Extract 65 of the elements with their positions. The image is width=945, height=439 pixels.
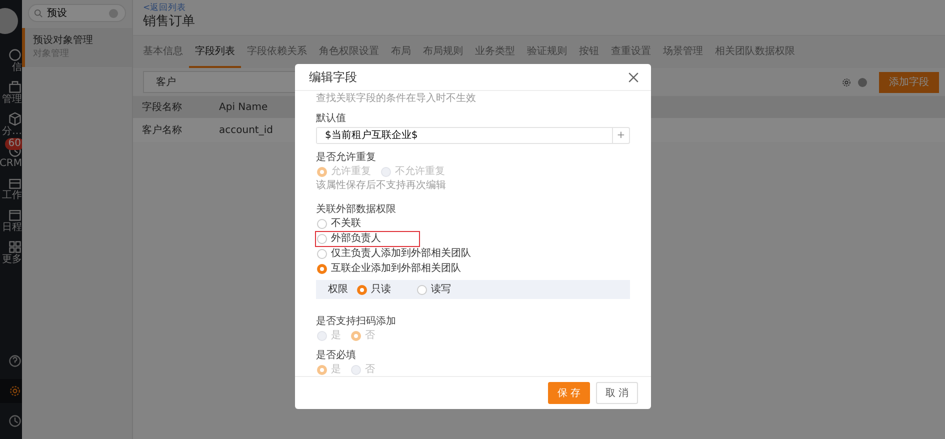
radio-button[interactable] (317, 234, 327, 244)
tab[interactable]: 布局规则 (417, 36, 469, 68)
clear-icon[interactable] (109, 8, 118, 18)
panel-label: 权限 (328, 282, 348, 297)
calendar-icon (8, 208, 22, 222)
clock-icon (8, 414, 22, 428)
grid-icon (8, 240, 22, 254)
add-field-button[interactable]: 添加字段 (879, 72, 939, 92)
nav-label[interactable]: 分… (2, 126, 22, 138)
tab[interactable]: 查重设置 (605, 36, 657, 68)
radio-label[interactable]: 不关联 (331, 217, 361, 231)
radio-button[interactable] (317, 264, 327, 274)
radio-label[interactable]: 读写 (431, 282, 451, 296)
field-label: 关联外部数据权限 (316, 203, 397, 217)
tab[interactable]: 相关团队数据权限 (709, 36, 801, 68)
tab[interactable]: 业务类型 (469, 36, 521, 68)
tab[interactable]: 布局 (385, 36, 417, 68)
save-button[interactable]: 保 存 (548, 382, 590, 404)
nav-label[interactable]: CRM (0, 158, 22, 170)
radio-label[interactable]: 仅主负责人添加到外部相关团队 (331, 247, 471, 261)
radio-button[interactable] (317, 249, 327, 259)
radio-button[interactable] (417, 284, 427, 294)
default-value-box[interactable]: $当前租户互联企业$ + (316, 127, 630, 144)
close-icon[interactable] (628, 72, 639, 82)
table-cell-text: account_id (218, 124, 274, 138)
search-box[interactable]: 预设 (28, 4, 126, 22)
cube-icon (8, 112, 22, 126)
radio-label[interactable]: 互联企业添加到外部相关团队 (331, 262, 461, 276)
field-label: 是否允许重复 (316, 151, 377, 165)
hint-text: 查找关联字段的条件在导入时不生效 (316, 92, 477, 106)
nav-label[interactable]: 日程 (2, 222, 22, 234)
back-link[interactable]: <返回列表 (143, 3, 935, 13)
settings-icon (841, 76, 852, 88)
tab[interactable]: 按钮 (573, 36, 605, 68)
bag-icon (8, 80, 22, 94)
note-text: 该属性保存后不支持再次编辑 (316, 179, 447, 193)
field-label: 是否必填 (316, 349, 357, 363)
radio-button[interactable] (317, 219, 327, 229)
search-field[interactable]: 预设 (47, 6, 105, 20)
radio-label[interactable]: 只读 (371, 282, 391, 296)
nav-label[interactable]: 信 (12, 62, 22, 74)
field-label: 默认值 (316, 112, 347, 126)
column-header: Api Name (218, 100, 269, 114)
chat-bubble-icon (8, 48, 22, 62)
settings-icon (8, 384, 22, 398)
radio-button[interactable] (357, 284, 367, 294)
add-variable-button[interactable]: + (612, 128, 629, 143)
nav-label[interactable]: 工作 (2, 190, 22, 202)
notification-badge: 60 (5, 138, 22, 150)
field-label: 是否支持扫码添加 (316, 315, 397, 329)
radio-label[interactable]: 外部负责人 (331, 232, 381, 246)
cancel-button[interactable]: 取 消 (596, 382, 638, 404)
tab[interactable]: 字段依赖关系 (241, 36, 313, 68)
tab[interactable]: 基本信息 (137, 36, 189, 68)
briefcase-icon (8, 176, 22, 190)
nav-label[interactable]: 更多 (2, 254, 22, 266)
tab[interactable]: 场景管理 (657, 36, 709, 68)
table-cell-text: 客户名称 (141, 124, 183, 138)
nav-label[interactable]: 管理 (2, 94, 22, 106)
tab[interactable]: 验证规则 (521, 36, 573, 68)
page-title: 销售订单 (143, 13, 196, 31)
tab[interactable]: 角色权限设置 (313, 36, 385, 68)
modal-title: 编辑字段 (309, 69, 357, 86)
search-icon (34, 8, 43, 18)
column-header: 字段名称 (141, 100, 183, 114)
